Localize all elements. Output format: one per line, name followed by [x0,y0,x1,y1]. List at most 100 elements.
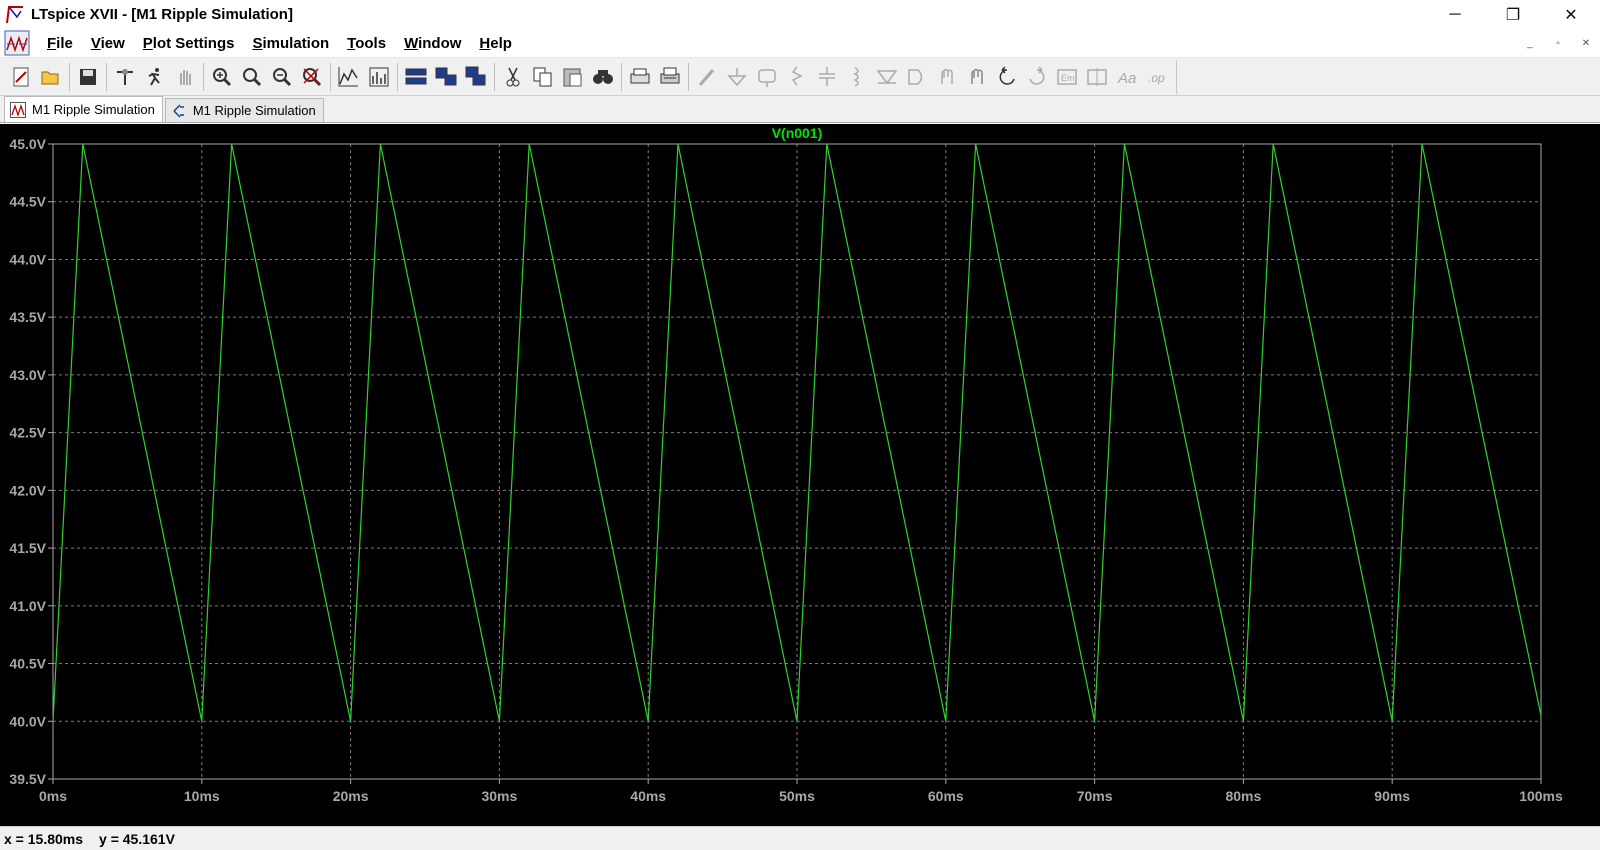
open-button[interactable] [36,62,66,92]
paste-button[interactable] [558,62,588,92]
diode-button[interactable] [872,62,902,92]
tile-horizontal-button[interactable] [401,62,431,92]
cursor-y-readout: y = 45.161V [99,830,175,847]
menu-plot-settings[interactable]: Plot Settings [134,35,244,52]
x-tick-label: 70ms [1077,788,1113,804]
component-button[interactable] [902,62,932,92]
control-panel-button[interactable] [110,62,140,92]
y-tick-label: 40.5V [9,656,46,672]
y-tick-label: 45.0V [9,136,46,152]
cursor-x-readout: x = 15.80ms [4,830,84,847]
rotate-button[interactable]: Em [1052,62,1082,92]
capacitor-icon [819,66,835,86]
spice-directive-button[interactable]: .op [1142,62,1172,92]
x-tick-label: 60ms [928,788,964,804]
menu-view[interactable]: View [82,35,134,52]
print-icon [660,67,680,83]
mirror-button[interactable] [1082,62,1112,92]
close-window-button[interactable]: ✕ [1542,0,1600,29]
capacitor-button[interactable] [812,62,842,92]
rotate-icon: Em [1057,68,1077,85]
toolbar-separator [621,62,622,91]
menu-window[interactable]: Window [395,35,470,52]
save-button[interactable] [73,62,103,92]
ltspice-logo-icon [6,5,23,23]
new-schematic-button[interactable] [6,62,36,92]
tab-waveform-label: M1 Ripple Simulation [32,102,155,117]
y-tick-label: 43.5V [9,309,46,325]
paste-icon [563,68,582,86]
waveform-plot-pane[interactable]: V(n001) 45.0V 44.5V 44.0V 43.5V 43.0V 42.5V 42… [0,124,1600,826]
toolbar-separator [688,62,689,91]
label-net-button[interactable] [752,62,782,92]
mirror-icon [1087,67,1107,86]
find-button[interactable] [588,62,618,92]
drag-button[interactable] [962,62,992,92]
waveform-tab-icon [10,101,26,118]
tab-schematic-label: M1 Ripple Simulation [192,103,316,118]
tab-waveform[interactable]: M1 Ripple Simulation [4,96,163,122]
view-fft-button[interactable] [364,62,394,92]
copy-button[interactable] [528,62,558,92]
inductor-button[interactable] [842,62,872,92]
mdi-restore-button[interactable]: ▫ [1544,29,1572,58]
drag-icon [971,68,983,84]
svg-text:.op: .op [1148,71,1165,85]
waveform-doc-icon[interactable] [4,30,30,56]
tab-schematic[interactable]: M1 Ripple Simulation [164,98,324,122]
zoom-cancel-icon [303,67,322,86]
trace-label-vn001[interactable]: V(n001) [772,125,823,141]
zoom-in-icon [213,67,232,86]
ground-button[interactable] [722,62,752,92]
autorange-button[interactable] [334,62,364,92]
undo-button[interactable] [992,62,1022,92]
print-preview-button[interactable] [625,62,655,92]
zoom-area-button[interactable] [237,62,267,92]
new-schematic-icon [13,67,29,86]
svg-text:Em: Em [1061,73,1075,83]
menu-simulation[interactable]: Simulation [243,35,338,52]
run-button[interactable] [140,62,170,92]
zoom-in-button[interactable] [207,62,237,92]
view-fft-icon [369,67,389,86]
toolbar-separator [106,62,107,91]
wire-button[interactable] [692,62,722,92]
zoom-cancel-button[interactable] [297,62,327,92]
y-tick-label: 41.5V [9,540,46,556]
toolbar: Em Aa .op [0,58,1600,96]
label-net-icon [758,68,776,87]
status-bar: x = 15.80ms y = 45.161V [0,826,1600,850]
x-tick-label: 40ms [630,788,666,804]
mdi-minimize-button[interactable]: _ [1516,29,1544,58]
y-tick-label: 40.0V [9,713,46,729]
mdi-close-button[interactable]: ✕ [1572,29,1600,58]
y-tick-label: 42.5V [9,425,46,441]
halt-button[interactable] [170,62,200,92]
cut-icon [506,67,520,86]
restore-window-button[interactable]: ❐ [1484,0,1542,29]
print-button[interactable] [655,62,685,92]
redo-button[interactable] [1022,62,1052,92]
resistor-button[interactable] [782,62,812,92]
text-button[interactable]: Aa [1112,62,1142,92]
tile-vertical-button[interactable] [431,62,461,92]
zoom-out-button[interactable] [267,62,297,92]
menu-tools[interactable]: Tools [338,35,395,52]
x-tick-label: 90ms [1374,788,1410,804]
schematic-tab-icon [173,103,184,118]
menu-help[interactable]: Help [470,35,521,52]
ltspice-window: LTspice XVII - [M1 Ripple Simulation] ─ … [0,0,1600,850]
cascade-button[interactable] [461,62,491,92]
move-button[interactable] [932,62,962,92]
menu-file[interactable]: File [38,35,82,52]
cut-button[interactable] [498,62,528,92]
minimize-window-button[interactable]: ─ [1426,0,1484,29]
copy-icon [533,67,552,86]
tile-vertical-icon [435,67,457,85]
waveform-chart[interactable]: V(n001) 45.0V 44.5V 44.0V 43.5V 43.0V 42.5V 42… [0,124,1600,826]
y-tick-label: 44.0V [9,251,46,267]
undo-icon [999,65,1015,85]
control-panel-icon [117,68,133,85]
document-tabs: M1 Ripple Simulation M1 Ripple Simulatio… [0,96,1600,123]
redo-icon [1029,65,1045,85]
